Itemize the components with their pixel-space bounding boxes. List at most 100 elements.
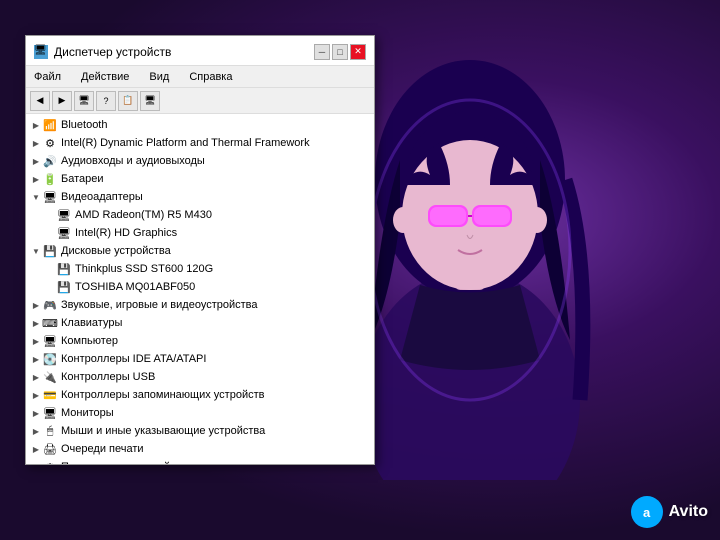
- tree-item[interactable]: ▶🔌Контроллеры USB: [26, 368, 374, 386]
- item-icon: 📶: [42, 118, 58, 132]
- expand-icon[interactable]: ▶: [30, 406, 42, 420]
- forward-button[interactable]: ▶: [52, 91, 72, 111]
- computer-icon-btn[interactable]: 🖥: [74, 91, 94, 111]
- item-label: Intel(R) Dynamic Platform and Thermal Fr…: [61, 137, 310, 149]
- expand-icon[interactable]: ▶: [30, 352, 42, 366]
- item-label: Видеоадаптеры: [61, 191, 143, 203]
- expand-icon[interactable]: ▶: [30, 154, 42, 168]
- expand-icon[interactable]: ▶: [30, 388, 42, 402]
- avito-badge: a Avito: [631, 496, 708, 528]
- close-button[interactable]: ✕: [350, 44, 366, 60]
- tree-item[interactable]: ▶📶Bluetooth: [26, 116, 374, 134]
- expand-icon[interactable]: ▶: [30, 460, 42, 464]
- tree-item[interactable]: 🖥AMD Radeon(TM) R5 M430: [26, 206, 374, 224]
- item-label: Клавиатуры: [61, 317, 122, 329]
- item-label: Intel(R) HD Graphics: [75, 227, 177, 239]
- item-label: Батареи: [61, 173, 104, 185]
- expand-icon[interactable]: ▶: [30, 118, 42, 132]
- menu-help[interactable]: Справка: [185, 70, 236, 84]
- device-tree[interactable]: ▶📶Bluetooth▶⚙Intel(R) Dynamic Platform a…: [26, 114, 374, 464]
- expand-icon[interactable]: ▶: [30, 442, 42, 456]
- menu-file[interactable]: Файл: [30, 70, 65, 84]
- item-icon: 🖱: [42, 424, 58, 438]
- tree-item[interactable]: 💾TOSHIBA MQ01ABF050: [26, 278, 374, 296]
- back-button[interactable]: ◀: [30, 91, 50, 111]
- tree-item[interactable]: ▶⚙Intel(R) Dynamic Platform and Thermal …: [26, 134, 374, 152]
- tree-item[interactable]: 🖥Intel(R) HD Graphics: [26, 224, 374, 242]
- item-icon: 🖥: [42, 190, 58, 204]
- item-icon: 💳: [42, 388, 58, 402]
- item-label: Thinkplus SSD ST600 120G: [75, 263, 213, 275]
- expand-icon[interactable]: ▶: [30, 316, 42, 330]
- menu-action[interactable]: Действие: [77, 70, 133, 84]
- tree-item[interactable]: ▶🖥Мониторы: [26, 404, 374, 422]
- tree-item[interactable]: ▼💾Дисковые устройства: [26, 242, 374, 260]
- tree-item[interactable]: ▶⚙Программные устройства: [26, 458, 374, 464]
- item-icon: 🔌: [42, 370, 58, 384]
- expand-icon[interactable]: ▶: [30, 424, 42, 438]
- tree-item[interactable]: ▶🖱Мыши и иные указывающие устройства: [26, 422, 374, 440]
- item-icon: 🖨: [42, 442, 58, 456]
- title-bar: 🖥 Диспетчер устройств ─ □ ✕: [26, 36, 374, 66]
- item-label: Очереди печати: [61, 443, 144, 455]
- menu-view[interactable]: Вид: [145, 70, 173, 84]
- item-label: Мониторы: [61, 407, 114, 419]
- tree-item[interactable]: ▶🖥Компьютер: [26, 332, 374, 350]
- expand-icon[interactable]: ▶: [30, 334, 42, 348]
- item-icon: 🎮: [42, 298, 58, 312]
- minimize-button[interactable]: ─: [314, 44, 330, 60]
- tree-item[interactable]: ▼🖥Видеоадаптеры: [26, 188, 374, 206]
- item-icon: 🖥: [42, 334, 58, 348]
- properties-button[interactable]: 📋: [118, 91, 138, 111]
- expand-icon[interactable]: ▶: [30, 298, 42, 312]
- expand-icon[interactable]: ▶: [30, 370, 42, 384]
- avito-label: Avito: [669, 503, 708, 521]
- maximize-button[interactable]: □: [332, 44, 348, 60]
- avito-logo-icon: a: [631, 496, 663, 528]
- item-label: AMD Radeon(TM) R5 M430: [75, 209, 212, 221]
- item-icon: 💽: [42, 352, 58, 366]
- item-label: TOSHIBA MQ01ABF050: [75, 281, 195, 293]
- expand-icon[interactable]: ▼: [30, 190, 42, 204]
- item-label: Мыши и иные указывающие устройства: [61, 425, 265, 437]
- expand-icon: [44, 280, 56, 294]
- tree-item[interactable]: 💾Thinkplus SSD ST600 120G: [26, 260, 374, 278]
- item-label: Контроллеры IDE ATA/ATAPI: [61, 353, 206, 365]
- expand-icon[interactable]: ▶: [30, 172, 42, 186]
- tree-item[interactable]: ▶⌨Клавиатуры: [26, 314, 374, 332]
- window-icon: 🖥: [34, 45, 48, 59]
- tree-item[interactable]: ▶🎮Звуковые, игровые и видеоустройства: [26, 296, 374, 314]
- item-icon: 🔋: [42, 172, 58, 186]
- item-label: Программные устройства: [61, 461, 192, 464]
- item-icon: 🖥: [56, 226, 72, 240]
- expand-icon[interactable]: ▼: [30, 244, 42, 258]
- item-label: Звуковые, игровые и видеоустройства: [61, 299, 258, 311]
- expand-icon[interactable]: ▶: [30, 136, 42, 150]
- item-label: Контроллеры запоминающих устройств: [61, 389, 264, 401]
- expand-icon: [44, 262, 56, 276]
- toolbar: ◀ ▶ 🖥 ? 📋 🖥: [26, 88, 374, 114]
- item-label: Аудиовходы и аудиовыходы: [61, 155, 205, 167]
- item-label: Дисковые устройства: [61, 245, 171, 257]
- item-icon: 🖥: [42, 406, 58, 420]
- item-icon: ⌨: [42, 316, 58, 330]
- tree-item[interactable]: ▶🖨Очереди печати: [26, 440, 374, 458]
- item-icon: 💾: [56, 262, 72, 276]
- item-icon: ⚙: [42, 136, 58, 150]
- item-icon: 💾: [56, 280, 72, 294]
- item-icon: 💾: [42, 244, 58, 258]
- tree-item[interactable]: ▶🔋Батареи: [26, 170, 374, 188]
- help-button[interactable]: ?: [96, 91, 116, 111]
- tree-item[interactable]: ▶💽Контроллеры IDE ATA/ATAPI: [26, 350, 374, 368]
- tree-item[interactable]: ▶💳Контроллеры запоминающих устройств: [26, 386, 374, 404]
- window-controls: ─ □ ✕: [314, 44, 366, 60]
- item-label: Компьютер: [61, 335, 118, 347]
- expand-icon: [44, 226, 56, 240]
- item-icon: ⚙: [42, 460, 58, 464]
- device-button[interactable]: 🖥: [140, 91, 160, 111]
- window-title: Диспетчер устройств: [54, 45, 171, 59]
- item-label: Контроллеры USB: [61, 371, 155, 383]
- item-label: Bluetooth: [61, 119, 107, 131]
- tree-item[interactable]: ▶🔊Аудиовходы и аудиовыходы: [26, 152, 374, 170]
- item-icon: 🖥: [56, 208, 72, 222]
